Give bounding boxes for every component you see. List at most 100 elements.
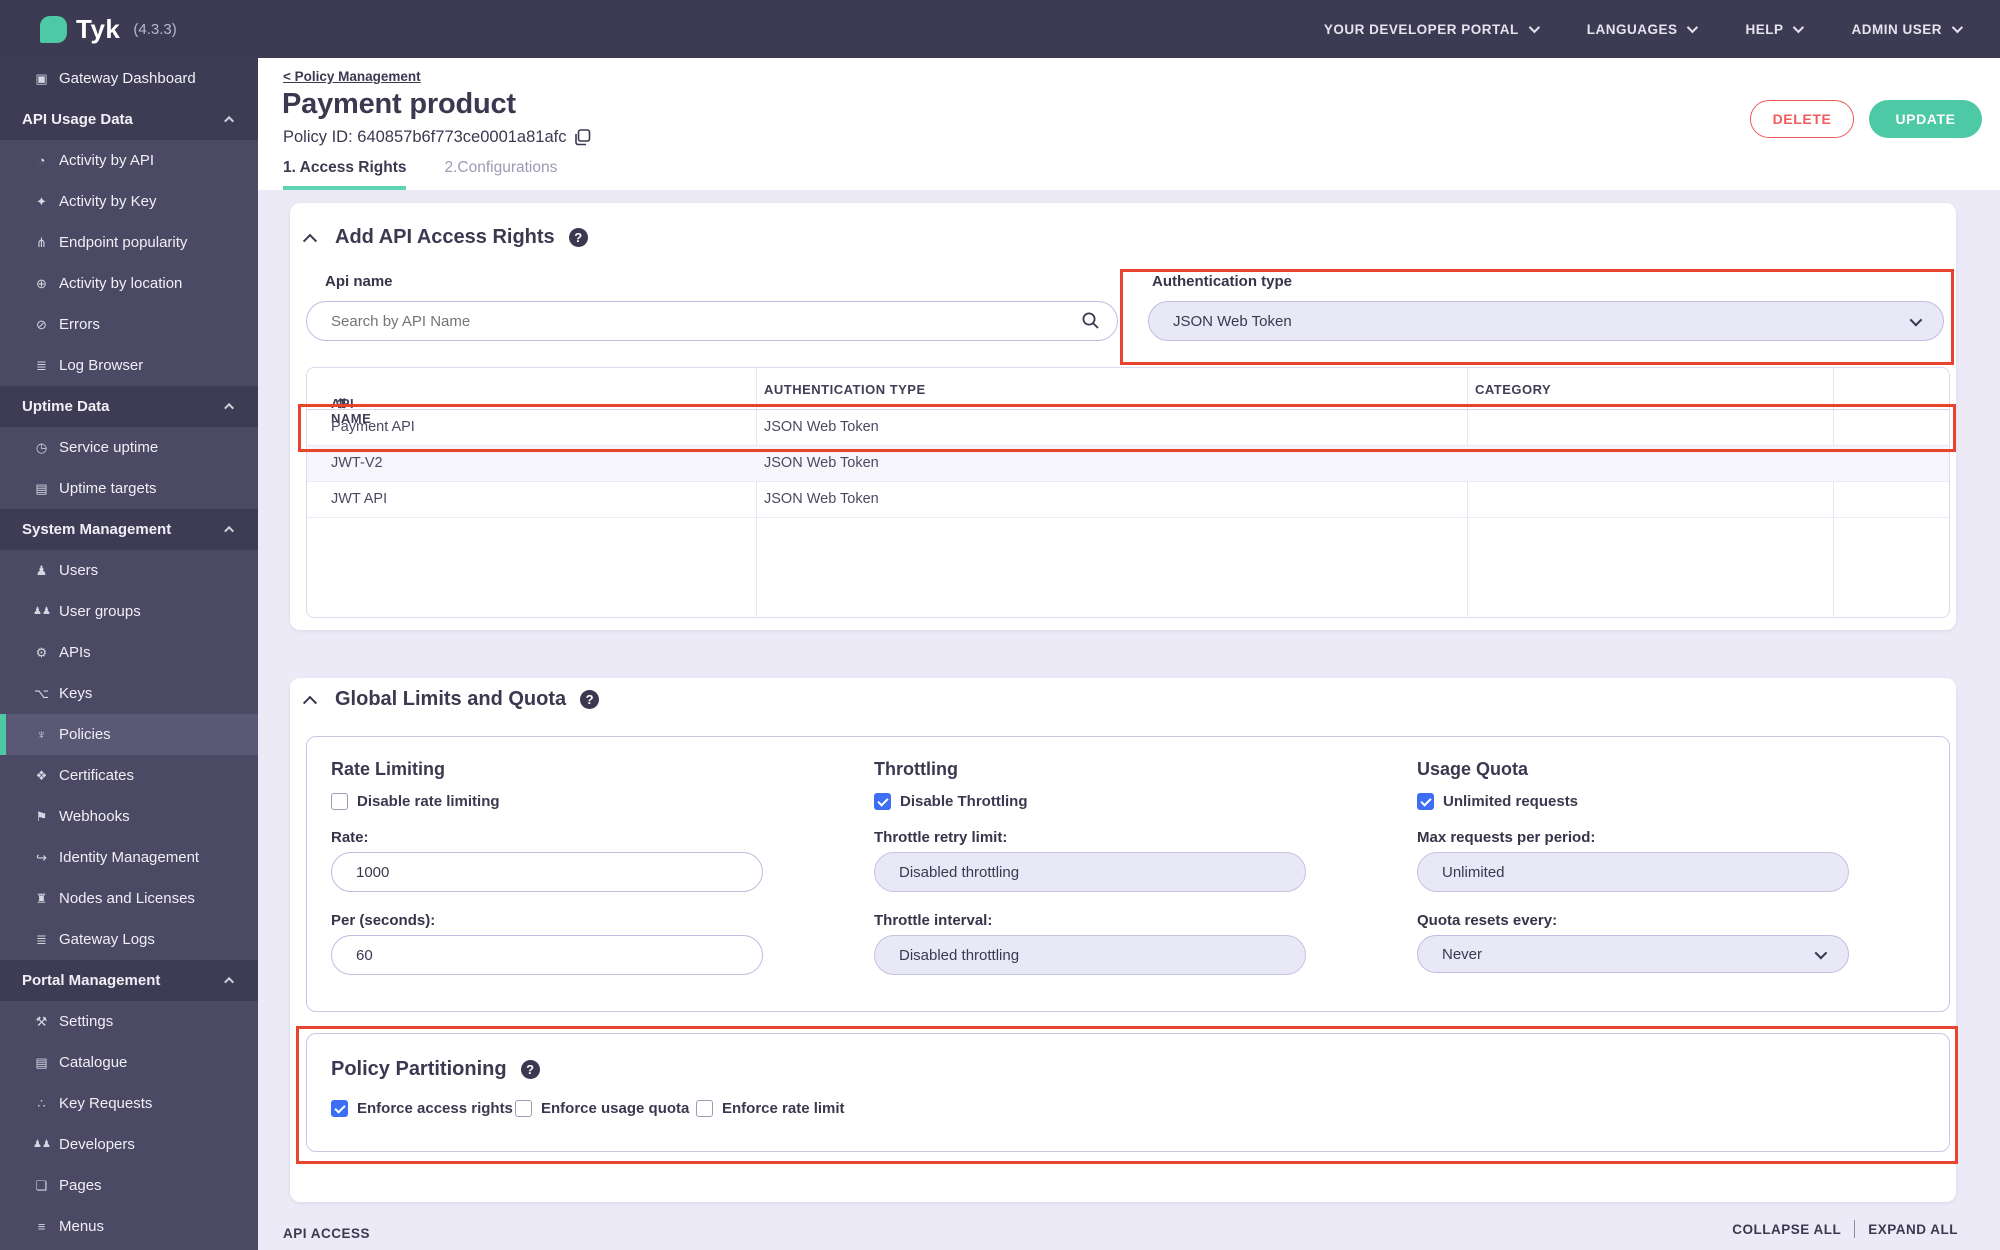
sidebar-item-settings[interactable]: ⚒ Settings	[0, 1001, 258, 1042]
api-name-search	[306, 301, 1118, 341]
chevron-down-icon	[1687, 21, 1699, 34]
sidebar-item-gateway-logs[interactable]: ≣ Gateway Logs	[0, 919, 258, 960]
help-icon[interactable]: ?	[520, 1060, 540, 1079]
sidebar-item-activity-by-api[interactable]: ◔ Activity by API	[0, 140, 258, 181]
disable-rate-limiting-checkbox[interactable]	[331, 793, 348, 810]
footer-controls: COLLAPSE ALL EXPAND ALL	[1732, 1220, 1958, 1238]
expand-all-button[interactable]: EXPAND ALL	[1868, 1222, 1958, 1237]
sidebar-item-apis[interactable]: ⚙ APIs	[0, 632, 258, 673]
sidebar-item-developers[interactable]: ♟♟ Developers	[0, 1124, 258, 1165]
sidebar-item-pages[interactable]: ❏ Pages	[0, 1165, 258, 1206]
api-name-label: Api name	[325, 273, 393, 290]
rate-input[interactable]	[331, 852, 763, 892]
copy-icon[interactable]	[574, 129, 591, 146]
unlimited-requests-checkbox[interactable]	[1417, 793, 1434, 810]
breadcrumb[interactable]: < Policy Management	[283, 69, 421, 84]
tab-access-rights[interactable]: 1. Access Rights	[283, 159, 407, 190]
table-row-jwt-v2[interactable]: JWT-V2 JSON Web Token	[307, 446, 1949, 482]
enforce-rate-limit-option[interactable]: Enforce rate limit	[696, 1100, 845, 1117]
tyk-logo[interactable]: Tyk (4.3.3)	[40, 14, 177, 45]
max-requests-input[interactable]	[1417, 852, 1849, 892]
enforce-access-rights-checkbox[interactable]	[331, 1100, 348, 1117]
disable-throttling-option[interactable]: Disable Throttling	[874, 793, 1028, 810]
hierarchy-icon: ⌥	[34, 685, 49, 701]
chevron-down-icon	[1909, 313, 1923, 326]
enforce-usage-quota-checkbox[interactable]	[515, 1100, 532, 1117]
user-group-icon: ♟♟	[33, 1139, 51, 1150]
sidebar-item-activity-by-key[interactable]: ✦ Activity by Key	[0, 181, 258, 222]
chevron-down-icon	[1793, 21, 1805, 34]
sidebar-item-identity-management[interactable]: ↪ Identity Management	[0, 837, 258, 878]
rate-limiting-title: Rate Limiting	[331, 759, 446, 779]
monitor-icon: ▣	[35, 70, 48, 86]
help-icon[interactable]: ?	[568, 228, 588, 247]
disable-rate-limiting-option[interactable]: Disable rate limiting	[331, 793, 500, 810]
quota-resets-select[interactable]: Never	[1417, 935, 1849, 973]
sidebar-item-users[interactable]: ♟ Users	[0, 550, 258, 591]
menu-developer-portal[interactable]: YOUR DEVELOPER PORTAL	[1324, 21, 1540, 37]
throttling-column: Throttling Disable Throttling Throttle r…	[850, 737, 1306, 1011]
sidebar-section-api-usage-data[interactable]: API Usage Data	[0, 99, 258, 140]
sidebar-section-uptime-data[interactable]: Uptime Data	[0, 386, 258, 427]
update-button[interactable]: UPDATE	[1869, 100, 1982, 138]
unlimited-requests-option[interactable]: Unlimited requests	[1417, 793, 1578, 810]
policy-partitioning-group: Policy Partitioning ? Enforce access rig…	[306, 1033, 1950, 1152]
sidebar-item-activity-by-location[interactable]: ⊕ Activity by location	[0, 263, 258, 304]
key-icon: ✦	[36, 193, 47, 209]
sidebar-item-endpoint-popularity[interactable]: ⋔ Endpoint popularity	[0, 222, 258, 263]
sidebar-item-menus[interactable]: ≡ Menus	[0, 1206, 258, 1247]
sidebar-item-keys[interactable]: ⌥ Keys	[0, 673, 258, 714]
sidebar-item-user-groups[interactable]: ♟♟ User groups	[0, 591, 258, 632]
enforce-usage-quota-option[interactable]: Enforce usage quota	[515, 1100, 689, 1117]
sidebar-item-certificates[interactable]: ❖ Certificates	[0, 755, 258, 796]
global-limits-card: Global Limits and Quota ? Rate Limiting …	[290, 678, 1958, 1202]
tab-configurations[interactable]: 2.Configurations	[444, 159, 557, 190]
collapse-all-button[interactable]: COLLAPSE ALL	[1732, 1222, 1841, 1237]
sidebar-item-uptime-targets[interactable]: ▤ Uptime targets	[0, 468, 258, 509]
collapse-caret-icon[interactable]	[302, 695, 318, 710]
page-header: < Policy Management Payment product Poli…	[258, 58, 2000, 190]
sidebar-item-log-browser[interactable]: ≣ Log Browser	[0, 345, 258, 386]
sidebar-item-webhooks[interactable]: ⚑ Webhooks	[0, 796, 258, 837]
help-icon[interactable]: ?	[580, 690, 600, 709]
chevron-down-icon	[1951, 21, 1964, 34]
table-row-payment-api[interactable]: Payment API JSON Web Token	[307, 410, 1949, 446]
chevron-down-icon	[1528, 21, 1540, 34]
sidebar-section-portal-management[interactable]: Portal Management	[0, 960, 258, 1001]
sidebar-item-policies[interactable]: ♆ Policies	[0, 714, 258, 755]
user-icon: ♟	[35, 562, 48, 578]
section-title: Global Limits and Quota	[335, 688, 567, 710]
certificate-icon: ❖	[35, 767, 48, 783]
branch-icon: ⋔	[36, 234, 47, 250]
sidebar-item-gateway-dashboard[interactable]: ▣ Gateway Dashboard	[0, 58, 258, 99]
add-api-access-rights-card: Add API Access Rights ? Api name Authent…	[290, 203, 1956, 630]
sidebar-item-catalogue[interactable]: ▤ Catalogue	[0, 1042, 258, 1083]
menu-admin-user[interactable]: ADMIN USER	[1851, 21, 1964, 37]
enforce-rate-limit-checkbox[interactable]	[696, 1100, 713, 1117]
throttle-retry-limit-input[interactable]	[874, 852, 1306, 892]
menu-help[interactable]: HELP	[1745, 21, 1805, 37]
max-requests-label: Max requests per period:	[1417, 829, 1596, 846]
delete-button[interactable]: DELETE	[1750, 100, 1854, 138]
wrench-icon: ⚒	[35, 1013, 48, 1029]
sidebar-item-key-requests[interactable]: ∴ Key Requests	[0, 1083, 258, 1124]
sidebar-section-system-management[interactable]: System Management	[0, 509, 258, 550]
sidebar-item-service-uptime[interactable]: ◷ Service uptime	[0, 427, 258, 468]
throttle-interval-input[interactable]	[874, 935, 1306, 975]
chart-icon: ◔	[37, 153, 46, 168]
sidebar-item-nodes-and-licenses[interactable]: ♜ Nodes and Licenses	[0, 878, 258, 919]
auth-type-select[interactable]: JSON Web Token	[1148, 301, 1944, 341]
enforce-access-rights-option[interactable]: Enforce access rights	[331, 1100, 513, 1117]
throttle-interval-label: Throttle interval:	[874, 912, 993, 929]
search-icon[interactable]	[1081, 311, 1100, 335]
sidebar-item-errors[interactable]: ⊘ Errors	[0, 304, 258, 345]
disable-throttling-checkbox[interactable]	[874, 793, 891, 810]
table-row-jwt-api[interactable]: JWT API JSON Web Token	[307, 482, 1949, 518]
search-input[interactable]	[306, 301, 1118, 341]
menu-languages[interactable]: LANGUAGES	[1587, 21, 1699, 37]
bug-icon: ≣	[36, 931, 47, 947]
per-seconds-input[interactable]	[331, 935, 763, 975]
error-icon: ⊘	[36, 316, 47, 332]
quota-resets-label: Quota resets every:	[1417, 912, 1558, 929]
collapse-caret-icon[interactable]	[302, 233, 318, 248]
